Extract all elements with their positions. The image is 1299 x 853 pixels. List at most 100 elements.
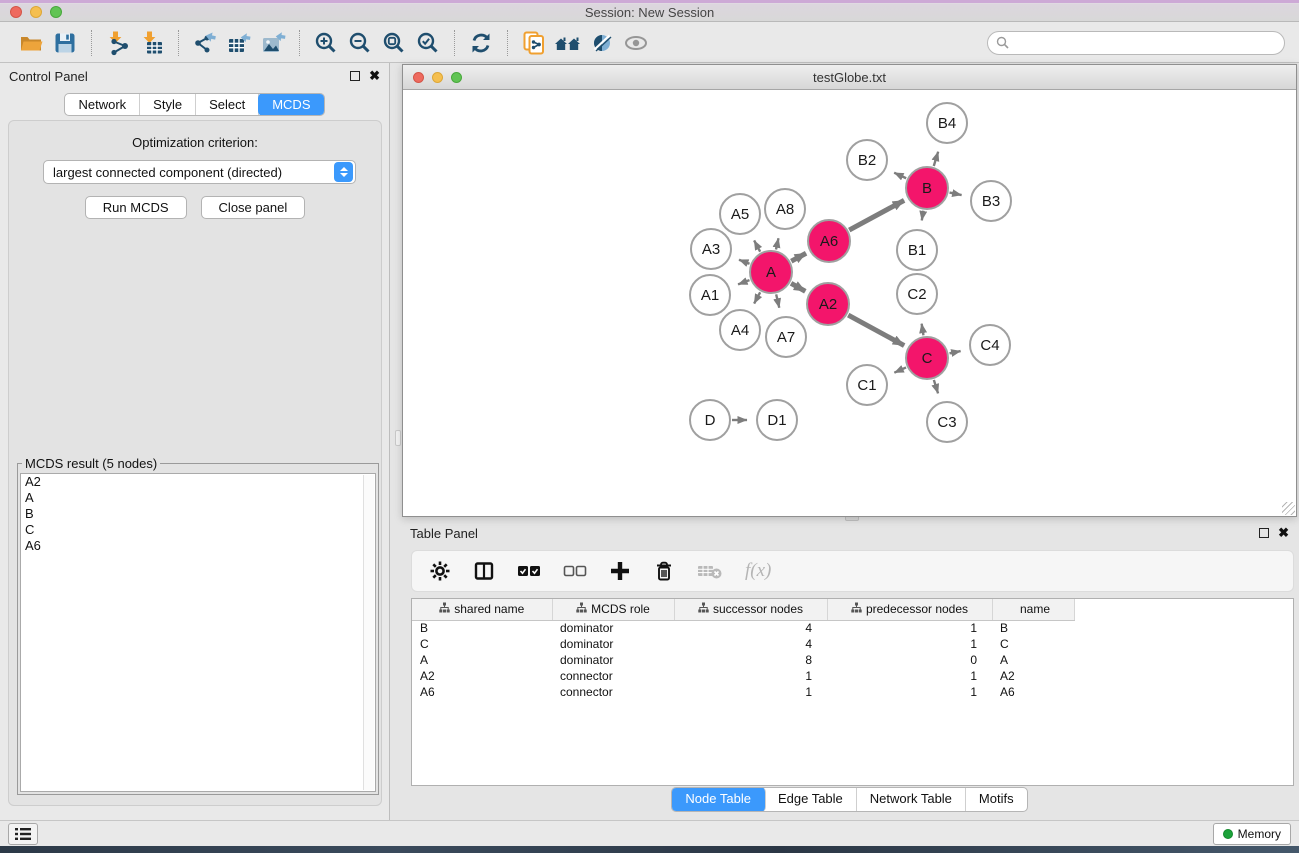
edge-A-A3[interactable] <box>739 260 750 264</box>
close-table-panel-icon[interactable]: ✖ <box>1278 528 1289 538</box>
close-panel-button[interactable]: Close panel <box>201 196 306 219</box>
graph-node-C2[interactable]: C2 <box>897 274 937 314</box>
table-cell[interactable]: A <box>992 652 1074 668</box>
edge-C-C3[interactable] <box>934 380 938 393</box>
graph-node-A2[interactable]: A2 <box>807 283 849 325</box>
edge-A-A5[interactable] <box>754 240 760 251</box>
delete-table-button[interactable] <box>697 556 723 586</box>
graph-node-C3[interactable]: C3 <box>927 402 967 442</box>
graph-node-D1[interactable]: D1 <box>757 400 797 440</box>
delete-columns-button[interactable] <box>653 556 675 586</box>
mcds-result-item[interactable]: A <box>21 490 375 506</box>
tab-motifs[interactable]: Motifs <box>966 788 1027 811</box>
table-cell[interactable]: 0 <box>827 652 992 668</box>
graph-node-B4[interactable]: B4 <box>927 103 967 143</box>
edge-A-A6[interactable] <box>791 253 806 261</box>
export-table-button[interactable] <box>222 27 256 59</box>
column-header-name[interactable]: name <box>992 599 1074 620</box>
zoom-fit-button[interactable] <box>377 27 411 59</box>
edge-B-B4[interactable] <box>934 152 938 166</box>
table-cell[interactable]: A6 <box>992 684 1074 700</box>
table-row[interactable]: Adominator80A <box>412 652 1074 668</box>
graph-node-B[interactable]: B <box>906 167 948 209</box>
show-hide-panel-button[interactable] <box>619 27 653 59</box>
tab-network-table[interactable]: Network Table <box>857 788 966 811</box>
tab-select[interactable]: Select <box>196 94 259 115</box>
edge-A-A8[interactable] <box>776 238 779 249</box>
table-settings-button[interactable] <box>429 556 451 586</box>
graph-node-C4[interactable]: C4 <box>970 325 1010 365</box>
edge-C-C4[interactable] <box>950 351 961 353</box>
show-columns-button[interactable] <box>473 556 495 586</box>
graph-node-A5[interactable]: A5 <box>720 194 760 234</box>
edge-B-B1[interactable] <box>922 211 924 221</box>
mcds-result-item[interactable]: B <box>21 506 375 522</box>
table-cell[interactable]: 4 <box>674 636 827 652</box>
edge-C-C1[interactable] <box>894 367 906 372</box>
home-button[interactable] <box>551 27 585 59</box>
criterion-select[interactable]: largest connected component (directed) <box>43 160 356 184</box>
tab-node-table[interactable]: Node Table <box>671 787 766 812</box>
table-cell[interactable]: B <box>992 620 1074 636</box>
function-builder-button[interactable]: f(x) <box>745 556 771 586</box>
export-image-button[interactable] <box>256 27 290 59</box>
float-panel-icon[interactable] <box>350 71 360 81</box>
import-network-button[interactable] <box>101 27 135 59</box>
refresh-view-button[interactable] <box>464 27 498 59</box>
mcds-result-item[interactable]: A2 <box>21 474 375 490</box>
tab-edge-table[interactable]: Edge Table <box>765 788 857 811</box>
table-cell[interactable]: A2 <box>992 668 1074 684</box>
table-cell[interactable]: connector <box>552 684 674 700</box>
graph-node-A4[interactable]: A4 <box>720 310 760 350</box>
table-cell[interactable]: C <box>412 636 552 652</box>
table-cell[interactable]: 1 <box>674 668 827 684</box>
task-history-button[interactable] <box>8 823 38 845</box>
zoom-selected-button[interactable] <box>411 27 445 59</box>
result-scrollbar[interactable] <box>363 475 374 790</box>
run-mcds-button[interactable]: Run MCDS <box>85 196 187 219</box>
edge-C-C2[interactable] <box>922 324 924 336</box>
mcds-result-list[interactable]: A2ABCA6 <box>20 473 376 792</box>
memory-button[interactable]: Memory <box>1213 823 1291 845</box>
graph-node-A6[interactable]: A6 <box>808 220 850 262</box>
network-canvas[interactable]: B4B2BB3A8A5A6A3B1AA1C2A2A4A7C4CC1C3DD1 <box>404 91 1295 515</box>
table-cell[interactable]: 1 <box>827 668 992 684</box>
table-cell[interactable]: 4 <box>674 620 827 636</box>
table-cell[interactable]: 1 <box>827 620 992 636</box>
table-row[interactable]: A6connector11A6 <box>412 684 1074 700</box>
new-network-file-button[interactable] <box>517 27 551 59</box>
table-cell[interactable]: A <box>412 652 552 668</box>
toggle-graphics-details-button[interactable] <box>585 27 619 59</box>
edge-B-B2[interactable] <box>894 173 906 179</box>
graph-node-A1[interactable]: A1 <box>690 275 730 315</box>
graph-node-A[interactable]: A <box>750 251 792 293</box>
zoom-in-button[interactable] <box>309 27 343 59</box>
export-network-button[interactable] <box>188 27 222 59</box>
tab-mcds[interactable]: MCDS <box>258 93 324 116</box>
column-header-MCDS-role[interactable]: MCDS role <box>552 599 674 620</box>
table-row[interactable]: Cdominator41C <box>412 636 1074 652</box>
graph-node-B3[interactable]: B3 <box>971 181 1011 221</box>
table-row[interactable]: A2connector11A2 <box>412 668 1074 684</box>
node-table[interactable]: shared nameMCDS rolesuccessor nodesprede… <box>411 598 1294 786</box>
float-table-panel-icon[interactable] <box>1259 528 1269 538</box>
zoom-out-button[interactable] <box>343 27 377 59</box>
create-new-column-button[interactable] <box>609 556 631 586</box>
edge-A-A4[interactable] <box>754 292 760 303</box>
graph-node-B2[interactable]: B2 <box>847 140 887 180</box>
table-cell[interactable]: A2 <box>412 668 552 684</box>
graph-node-C[interactable]: C <box>906 337 948 379</box>
mcds-result-item[interactable]: A6 <box>21 538 375 554</box>
table-cell[interactable]: A6 <box>412 684 552 700</box>
edge-A-A2[interactable] <box>791 283 805 291</box>
tab-network[interactable]: Network <box>65 94 140 115</box>
column-header-predecessor-nodes[interactable]: predecessor nodes <box>827 599 992 620</box>
open-session-button[interactable] <box>14 27 48 59</box>
mcds-result-item[interactable]: C <box>21 522 375 538</box>
table-row[interactable]: Bdominator41B <box>412 620 1074 636</box>
tab-style[interactable]: Style <box>140 94 196 115</box>
table-cell[interactable]: B <box>412 620 552 636</box>
edge-A2-C[interactable] <box>848 315 904 346</box>
table-cell[interactable]: 1 <box>827 636 992 652</box>
window-resize-handle[interactable] <box>1282 502 1295 515</box>
